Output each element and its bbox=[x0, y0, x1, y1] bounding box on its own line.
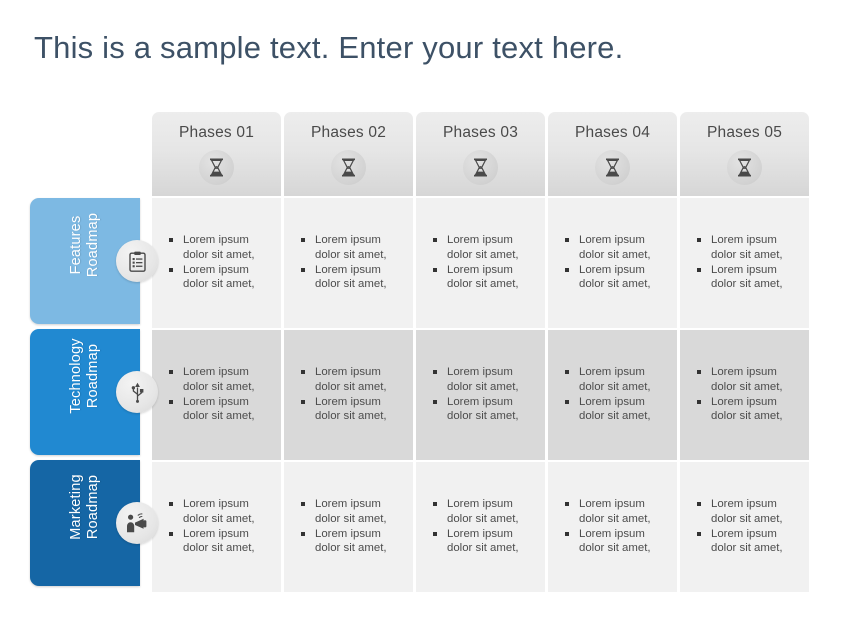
list-item: Lorem ipsum dolor sit amet, bbox=[562, 365, 671, 394]
list-item: Lorem ipsum dolor sit amet, bbox=[694, 497, 803, 526]
hourglass-icon bbox=[199, 150, 234, 185]
list-item: Lorem ipsum dolor sit amet, bbox=[298, 365, 407, 394]
list-item: Lorem ipsum dolor sit amet, bbox=[694, 263, 803, 292]
matrix-cell[interactable]: Lorem ipsum dolor sit amet, Lorem ipsum … bbox=[548, 198, 677, 328]
list-item: Lorem ipsum dolor sit amet, bbox=[694, 527, 803, 556]
bullet-list: Lorem ipsum dolor sit amet, Lorem ipsum … bbox=[430, 365, 539, 424]
bullet-list: Lorem ipsum dolor sit amet, Lorem ipsum … bbox=[298, 233, 407, 292]
phase-header-card[interactable]: Phases 01 bbox=[152, 112, 281, 196]
phase-header-label: Phases 03 bbox=[442, 124, 519, 141]
bullet-list: Lorem ipsum dolor sit amet, Lorem ipsum … bbox=[166, 497, 275, 556]
matrix-cell[interactable]: Lorem ipsum dolor sit amet, Lorem ipsum … bbox=[680, 330, 809, 460]
hourglass-icon bbox=[727, 150, 762, 185]
list-item: Lorem ipsum dolor sit amet, bbox=[694, 365, 803, 394]
hourglass-icon bbox=[595, 150, 630, 185]
bullet-list: Lorem ipsum dolor sit amet, Lorem ipsum … bbox=[430, 497, 539, 556]
list-item: Lorem ipsum dolor sit amet, bbox=[430, 527, 539, 556]
matrix-cell[interactable]: Lorem ipsum dolor sit amet, Lorem ipsum … bbox=[548, 330, 677, 460]
bullet-list: Lorem ipsum dolor sit amet, Lorem ipsum … bbox=[430, 233, 539, 292]
matrix-cell[interactable]: Lorem ipsum dolor sit amet, Lorem ipsum … bbox=[416, 330, 545, 460]
list-item: Lorem ipsum dolor sit amet, bbox=[562, 395, 671, 424]
roadmap-matrix: Phases 01 Phases 02 Phases 03 Phases 04 … bbox=[152, 112, 809, 592]
list-item: Lorem ipsum dolor sit amet, bbox=[430, 263, 539, 292]
list-item: Lorem ipsum dolor sit amet, bbox=[430, 497, 539, 526]
list-item: Lorem ipsum dolor sit amet, bbox=[430, 395, 539, 424]
phase-header-card[interactable]: Phases 04 bbox=[548, 112, 677, 196]
phase-header-card[interactable]: Phases 05 bbox=[680, 112, 809, 196]
matrix-cell[interactable]: Lorem ipsum dolor sit amet, Lorem ipsum … bbox=[680, 462, 809, 592]
bullet-list: Lorem ipsum dolor sit amet, Lorem ipsum … bbox=[166, 365, 275, 424]
matrix-cell[interactable]: Lorem ipsum dolor sit amet, Lorem ipsum … bbox=[152, 330, 281, 460]
list-item: Lorem ipsum dolor sit amet, bbox=[166, 497, 275, 526]
phase-header-label: Phases 05 bbox=[706, 124, 783, 141]
matrix-cell[interactable]: Lorem ipsum dolor sit amet, Lorem ipsum … bbox=[284, 462, 413, 592]
table-row: Lorem ipsum dolor sit amet, Lorem ipsum … bbox=[152, 462, 809, 592]
phase-header-label: Phases 04 bbox=[574, 124, 651, 141]
matrix-cell[interactable]: Lorem ipsum dolor sit amet, Lorem ipsum … bbox=[548, 462, 677, 592]
list-item: Lorem ipsum dolor sit amet, bbox=[298, 527, 407, 556]
matrix-body: Lorem ipsum dolor sit amet, Lorem ipsum … bbox=[152, 198, 809, 592]
list-item: Lorem ipsum dolor sit amet, bbox=[166, 365, 275, 394]
sidebar-item-label-text: Marketing Roadmap bbox=[68, 474, 101, 540]
bullet-list: Lorem ipsum dolor sit amet, Lorem ipsum … bbox=[694, 365, 803, 424]
matrix-cell[interactable]: Lorem ipsum dolor sit amet, Lorem ipsum … bbox=[680, 198, 809, 328]
list-item: Lorem ipsum dolor sit amet, bbox=[166, 233, 275, 262]
phase-header-row: Phases 01 Phases 02 Phases 03 Phases 04 … bbox=[152, 112, 809, 196]
hourglass-icon bbox=[331, 150, 366, 185]
roadmap-category-tabs: Features Roadmap Technology Roadmap Market… bbox=[30, 198, 158, 594]
phase-header-card[interactable]: Phases 03 bbox=[416, 112, 545, 196]
sidebar-item-label-text: Features Roadmap bbox=[68, 212, 101, 278]
page-title: This is a sample text. Enter your text h… bbox=[34, 30, 624, 65]
megaphone-person-icon bbox=[116, 502, 158, 544]
phase-header-card[interactable]: Phases 02 bbox=[284, 112, 413, 196]
clipboard-icon bbox=[116, 240, 158, 282]
phase-header-label: Phases 01 bbox=[178, 124, 255, 141]
bullet-list: Lorem ipsum dolor sit amet, Lorem ipsum … bbox=[298, 365, 407, 424]
matrix-cell[interactable]: Lorem ipsum dolor sit amet, Lorem ipsum … bbox=[152, 462, 281, 592]
matrix-cell[interactable]: Lorem ipsum dolor sit amet, Lorem ipsum … bbox=[284, 330, 413, 460]
list-item: Lorem ipsum dolor sit amet, bbox=[298, 395, 407, 424]
list-item: Lorem ipsum dolor sit amet, bbox=[562, 497, 671, 526]
matrix-cell[interactable]: Lorem ipsum dolor sit amet, Lorem ipsum … bbox=[416, 198, 545, 328]
list-item: Lorem ipsum dolor sit amet, bbox=[166, 395, 275, 424]
bullet-list: Lorem ipsum dolor sit amet, Lorem ipsum … bbox=[694, 233, 803, 292]
matrix-cell[interactable]: Lorem ipsum dolor sit amet, Lorem ipsum … bbox=[284, 198, 413, 328]
list-item: Lorem ipsum dolor sit amet, bbox=[562, 233, 671, 262]
bullet-list: Lorem ipsum dolor sit amet, Lorem ipsum … bbox=[298, 497, 407, 556]
list-item: Lorem ipsum dolor sit amet, bbox=[694, 233, 803, 262]
list-item: Lorem ipsum dolor sit amet, bbox=[430, 233, 539, 262]
phase-header-label: Phases 02 bbox=[310, 124, 387, 141]
list-item: Lorem ipsum dolor sit amet, bbox=[298, 263, 407, 292]
table-row: Lorem ipsum dolor sit amet, Lorem ipsum … bbox=[152, 330, 809, 460]
matrix-cell[interactable]: Lorem ipsum dolor sit amet, Lorem ipsum … bbox=[152, 198, 281, 328]
list-item: Lorem ipsum dolor sit amet, bbox=[166, 527, 275, 556]
list-item: Lorem ipsum dolor sit amet, bbox=[562, 527, 671, 556]
bullet-list: Lorem ipsum dolor sit amet, Lorem ipsum … bbox=[166, 233, 275, 292]
list-item: Lorem ipsum dolor sit amet, bbox=[298, 233, 407, 262]
bullet-list: Lorem ipsum dolor sit amet, Lorem ipsum … bbox=[562, 497, 671, 556]
matrix-cell[interactable]: Lorem ipsum dolor sit amet, Lorem ipsum … bbox=[416, 462, 545, 592]
bullet-list: Lorem ipsum dolor sit amet, Lorem ipsum … bbox=[562, 233, 671, 292]
bullet-list: Lorem ipsum dolor sit amet, Lorem ipsum … bbox=[694, 497, 803, 556]
list-item: Lorem ipsum dolor sit amet, bbox=[694, 395, 803, 424]
hourglass-icon bbox=[463, 150, 498, 185]
list-item: Lorem ipsum dolor sit amet, bbox=[298, 497, 407, 526]
sidebar-item-label-text: Technology Roadmap bbox=[68, 338, 101, 414]
list-item: Lorem ipsum dolor sit amet, bbox=[562, 263, 671, 292]
usb-icon bbox=[116, 371, 158, 413]
list-item: Lorem ipsum dolor sit amet, bbox=[166, 263, 275, 292]
list-item: Lorem ipsum dolor sit amet, bbox=[430, 365, 539, 394]
table-row: Lorem ipsum dolor sit amet, Lorem ipsum … bbox=[152, 198, 809, 328]
bullet-list: Lorem ipsum dolor sit amet, Lorem ipsum … bbox=[562, 365, 671, 424]
